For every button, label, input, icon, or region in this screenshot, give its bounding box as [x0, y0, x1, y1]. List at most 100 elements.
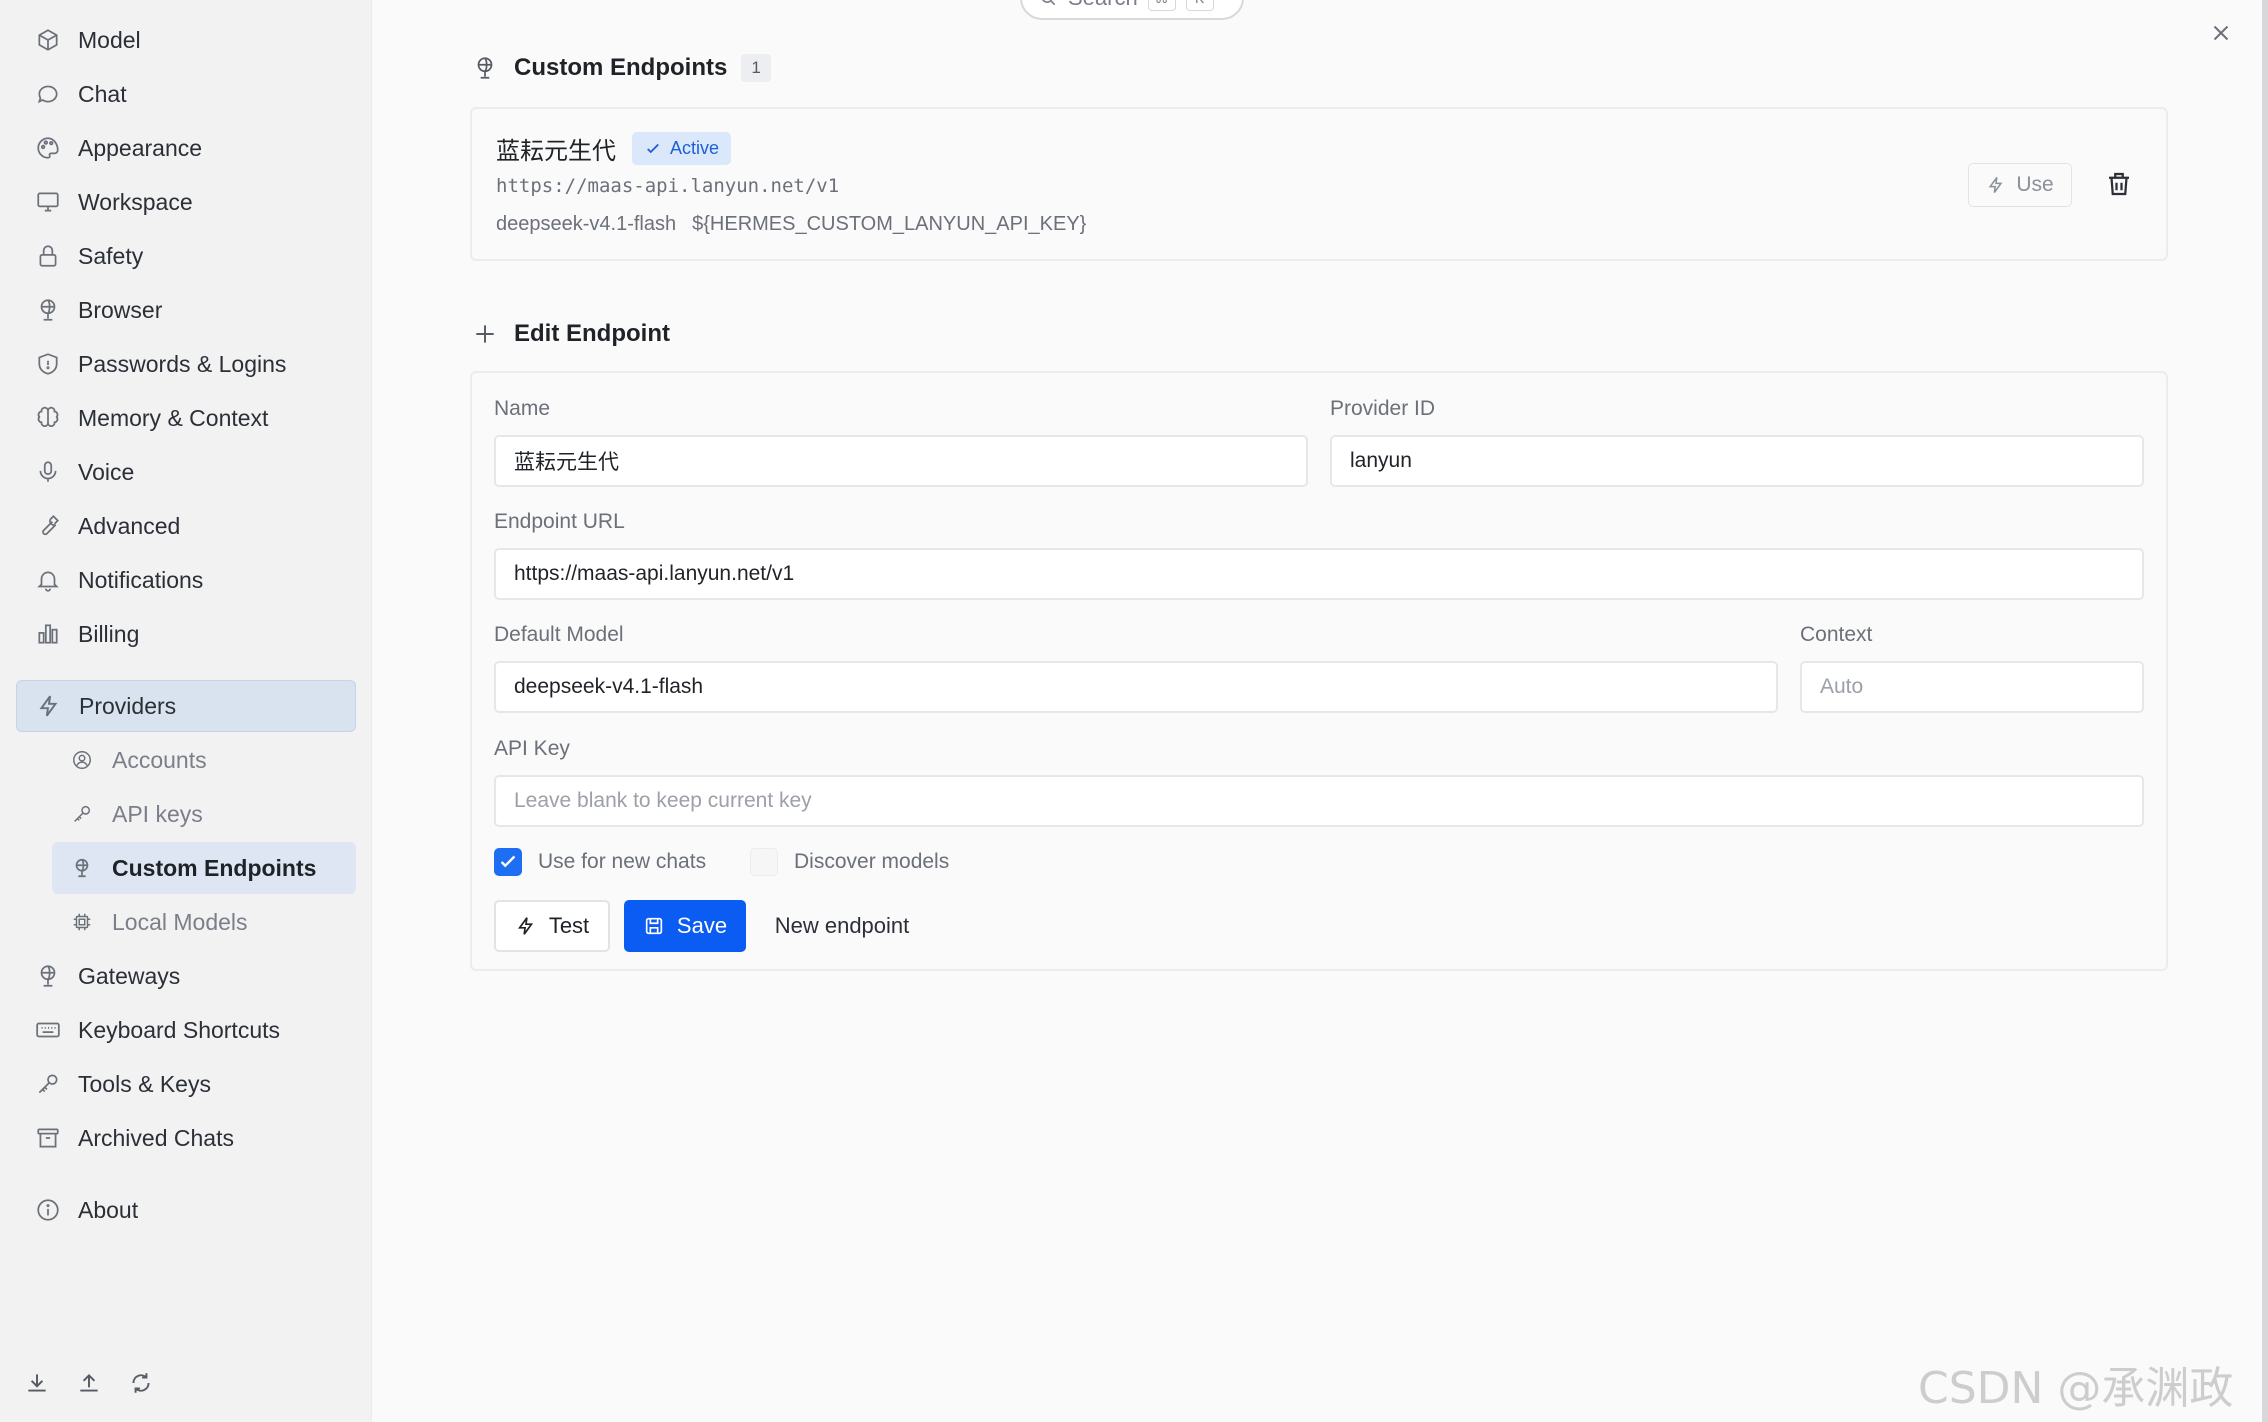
sidebar-item-label: Safety — [78, 242, 144, 269]
context-label: Context — [1800, 623, 1873, 646]
sidebar-item-advanced[interactable]: Advanced — [16, 500, 356, 552]
sidebar-item-tools-keys[interactable]: Tools & Keys — [16, 1058, 356, 1110]
sidebar-item-label: Local Models — [112, 908, 248, 935]
use-for-new-chats-label: Use for new chats — [538, 850, 707, 873]
sidebar-item-label: Appearance — [78, 134, 203, 161]
sidebar-item-label: Tools & Keys — [78, 1070, 211, 1097]
custom-endpoints-header: Custom Endpoints 1 — [472, 54, 771, 82]
default-model-field[interactable]: deepseek-v4.1-flash — [494, 661, 1778, 713]
edit-endpoint-form: Name 蓝耘元生代 Provider ID lanyun Endpoint U… — [470, 371, 2168, 971]
section-title: Edit Endpoint — [514, 320, 670, 347]
sidebar-item-keyboard-shortcuts[interactable]: Keyboard Shortcuts — [16, 1004, 356, 1056]
sidebar-item-label: Workspace — [78, 188, 193, 215]
sidebar-item-workspace[interactable]: Workspace — [16, 176, 356, 228]
sidebar-item-label: API keys — [112, 800, 203, 827]
palette-icon — [34, 134, 62, 162]
endpoint-api-key-var: ${HERMES_CUSTOM_LANYUN_API_KEY} — [692, 213, 1087, 235]
endpoint-url-field[interactable]: https://maas-api.lanyun.net/v1 — [494, 548, 2144, 600]
sidebar-subitem-custom-endpoints[interactable]: Custom Endpoints — [52, 842, 356, 894]
lightning-icon — [1986, 175, 2006, 195]
search-label: Search — [1068, 0, 1138, 11]
refresh-icon[interactable] — [128, 1370, 154, 1396]
info-icon — [34, 1196, 62, 1224]
brain-icon — [34, 404, 62, 432]
use-label: Use — [2016, 173, 2054, 196]
sidebar-item-label: Memory & Context — [78, 404, 269, 431]
upload-icon[interactable] — [76, 1370, 102, 1396]
provider-id-field[interactable]: lanyun — [1330, 435, 2144, 487]
search-icon — [1038, 0, 1058, 8]
sidebar-item-passwords[interactable]: Passwords & Logins — [16, 338, 356, 390]
plus-icon — [472, 321, 498, 347]
sidebar-item-browser[interactable]: Browser — [16, 284, 356, 336]
sidebar-subitem-accounts[interactable]: Accounts — [52, 734, 356, 786]
name-label: Name — [494, 397, 551, 420]
use-for-new-chats-checkbox[interactable] — [494, 848, 522, 876]
sidebar-item-model[interactable]: Model — [16, 14, 356, 66]
sidebar-item-label: Providers — [79, 692, 177, 719]
keyboard-icon — [34, 1016, 62, 1044]
chat-bubble-icon — [34, 80, 62, 108]
status-label: Active — [670, 138, 720, 158]
sidebar-item-appearance[interactable]: Appearance — [16, 122, 356, 174]
trash-icon[interactable] — [2104, 169, 2134, 199]
window-edge — [2262, 0, 2268, 1422]
default-model-label: Default Model — [494, 623, 624, 646]
globe-stand-icon — [34, 962, 62, 990]
edit-endpoint-header: Edit Endpoint — [472, 320, 670, 348]
close-icon[interactable] — [2208, 20, 2234, 46]
globe-stand-icon — [34, 296, 62, 324]
sidebar-item-label: Archived Chats — [78, 1124, 234, 1151]
section-title: Custom Endpoints — [514, 54, 728, 81]
test-button[interactable]: Test — [494, 900, 610, 952]
discover-models-label: Discover models — [794, 850, 950, 873]
provider-id-label: Provider ID — [1330, 397, 1436, 420]
context-field[interactable]: Auto — [1800, 661, 2144, 713]
globe-stand-icon — [472, 55, 498, 81]
search-bar[interactable]: Search ⌘ K — [1020, 0, 1244, 20]
settings-nav: Model Chat Appearance Workspace Safety B… — [16, 14, 356, 1238]
sidebar-subitem-local-models[interactable]: Local Models — [52, 896, 356, 948]
sidebar-item-label: Model — [78, 26, 141, 53]
archive-icon — [34, 1124, 62, 1152]
wrench-icon — [34, 512, 62, 540]
sidebar-item-label: Browser — [78, 296, 163, 323]
new-endpoint-button[interactable]: New endpoint — [758, 900, 926, 952]
sidebar-item-providers[interactable]: Providers — [16, 680, 356, 732]
bar-chart-icon — [34, 620, 62, 648]
sidebar-item-voice[interactable]: Voice — [16, 446, 356, 498]
sidebar-subitem-api-keys[interactable]: API keys — [52, 788, 356, 840]
status-badge: Active — [632, 132, 732, 165]
sidebar-item-billing[interactable]: Billing — [16, 608, 356, 660]
download-icon[interactable] — [24, 1370, 50, 1396]
sidebar-item-about[interactable]: About — [16, 1184, 356, 1236]
sidebar-item-gateways[interactable]: Gateways — [16, 950, 356, 1002]
sidebar-item-label: Accounts — [112, 746, 207, 773]
sidebar-item-label: Custom Endpoints — [112, 854, 317, 881]
endpoint-url-label: Endpoint URL — [494, 510, 625, 533]
settings-window: Model Chat Appearance Workspace Safety B… — [0, 0, 2268, 1422]
lock-icon — [34, 242, 62, 270]
api-key-field[interactable]: Leave blank to keep current key — [494, 775, 2144, 827]
globe-stand-icon — [68, 854, 96, 882]
sidebar-item-chat[interactable]: Chat — [16, 68, 356, 120]
sidebar-item-label: Keyboard Shortcuts — [78, 1016, 281, 1043]
save-label: Save — [676, 913, 728, 938]
discover-models-checkbox[interactable] — [750, 848, 778, 876]
sidebar-item-safety[interactable]: Safety — [16, 230, 356, 282]
test-label: Test — [548, 913, 590, 938]
sidebar-item-label: Gateways — [78, 962, 181, 989]
name-field[interactable]: 蓝耘元生代 — [494, 435, 1308, 487]
sidebar-item-memory[interactable]: Memory & Context — [16, 392, 356, 444]
save-button[interactable]: Save — [624, 900, 746, 952]
use-button[interactable]: Use — [1968, 163, 2072, 207]
shield-icon — [34, 350, 62, 378]
shortcut-key: ⌘ — [1147, 0, 1176, 11]
sidebar-item-archived-chats[interactable]: Archived Chats — [16, 1112, 356, 1164]
count-badge: 1 — [741, 54, 771, 82]
sidebar-item-label: About — [78, 1196, 139, 1223]
shortcut-key: K — [1185, 0, 1214, 11]
chip-icon — [68, 908, 96, 936]
sidebar-footer — [24, 1370, 154, 1396]
sidebar-item-notifications[interactable]: Notifications — [16, 554, 356, 606]
